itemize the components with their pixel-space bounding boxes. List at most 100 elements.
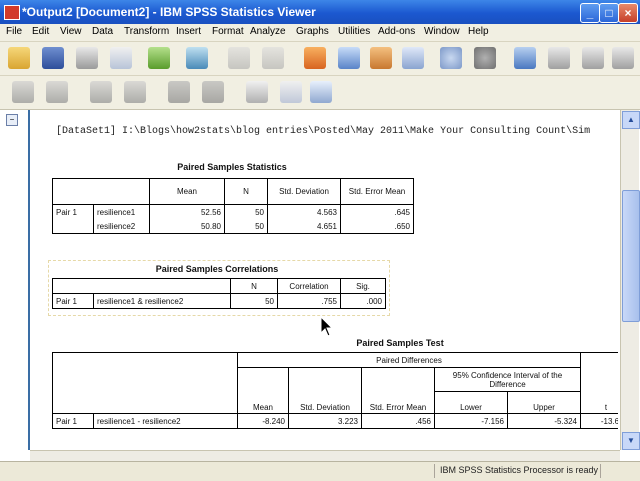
print-preview-icon[interactable] [110,47,132,69]
cell: -8.240 [237,413,289,429]
status-divider [434,464,435,478]
status-message: IBM SPSS Statistics Processor is ready [440,465,599,475]
menu-graphs[interactable]: Graphs [296,26,329,37]
paired-corr-title: Paired Samples Correlations [155,264,279,274]
col-header: Sig. [340,278,386,294]
data-editor-icon[interactable] [402,47,424,69]
scroll-thumb[interactable] [622,190,640,322]
open-folder-icon[interactable] [8,47,30,69]
use-variable-sets-icon[interactable] [582,47,604,69]
select-cases-icon[interactable] [514,47,536,69]
vertical-scrollbar[interactable]: ▲ ▼ [620,110,640,450]
menu-format[interactable]: Format [212,26,244,37]
stats-header-blank [52,178,150,205]
col-header: N [224,178,268,205]
group-header: Paired Differences [237,352,581,368]
menu-help[interactable]: Help [468,26,489,37]
test-header-blank [52,352,238,414]
col-header: N [230,278,278,294]
paired-corr-table[interactable]: N Correlation Sig. Pair 1 resilience1 & … [52,278,386,309]
mouse-cursor-icon [320,316,334,337]
cell: .000 [340,293,386,309]
cell: .650 [340,219,414,234]
horizontal-scrollbar[interactable] [30,450,620,461]
maximize-button[interactable]: □ [599,3,619,23]
close-button[interactable]: × [618,3,638,23]
value-labels-icon[interactable] [548,47,570,69]
window-title: *Output2 [Document2] - IBM SPSS Statisti… [22,5,316,19]
menu-window[interactable]: Window [424,26,460,37]
show-icon[interactable] [168,81,190,103]
row-label: resilience1 [93,204,150,219]
cell: 52.56 [149,204,225,219]
insert-text-icon[interactable] [310,81,332,103]
row-label: resilience2 [93,219,150,234]
cell: 4.651 [267,219,341,234]
dataset-path-line: [DataSet1] I:\Blogs\how2stats\blog entri… [56,126,591,137]
ci-header: 95% Confidence Interval of the Differenc… [434,367,581,392]
menu-edit[interactable]: Edit [32,26,49,37]
menu-file[interactable]: File [6,26,22,37]
menu-transform[interactable]: Transform [124,26,169,37]
menu-utilities[interactable]: Utilities [338,26,370,37]
row-label [52,219,94,234]
minimize-button[interactable]: _ [580,3,600,23]
menu-view[interactable]: View [60,26,82,37]
col-header: Upper [507,391,581,414]
print-icon[interactable] [76,47,98,69]
menu-add-ons[interactable]: Add-ons [378,26,415,37]
spss-app-icon[interactable] [4,5,20,20]
scroll-down-icon[interactable]: ▼ [622,432,640,450]
cell: 50.80 [149,219,225,234]
cell: 50 [230,293,278,309]
collapse-minus-icon[interactable] [124,81,146,103]
demote-arrow-icon[interactable] [46,81,68,103]
col-header: Lower [434,391,508,414]
menu-bar: File Edit View Data Transform Insert For… [0,24,640,42]
cell: .456 [361,413,435,429]
col-header: Std. Error Mean [361,367,435,414]
hide-icon[interactable] [202,81,224,103]
col-header: Mean [237,367,289,414]
paired-test-title: Paired Samples Test [356,338,444,348]
weight-cases-icon[interactable] [474,47,496,69]
menu-analyze[interactable]: Analyze [250,26,286,37]
viewer-toolbar [0,76,640,110]
paired-stats-table[interactable]: Mean N Std. Deviation Std. Error Mean Pa… [52,178,414,234]
col-header: Std. Deviation [288,367,362,414]
save-icon[interactable] [42,47,64,69]
promote-arrow-icon[interactable] [12,81,34,103]
paired-test-table[interactable]: Paired Differences t Mean Std. Deviation… [52,352,618,429]
split-file-icon[interactable] [440,47,462,69]
variables-icon[interactable] [338,47,360,69]
export-icon[interactable] [148,47,170,69]
status-divider [600,464,601,478]
recall-dialog-icon[interactable] [186,47,208,69]
insert-title-icon[interactable] [280,81,302,103]
corr-header-blank [52,278,231,294]
expand-plus-icon[interactable] [90,81,112,103]
row-label: Pair 1 [52,413,94,429]
status-bar: IBM SPSS Statistics Processor is ready [0,461,640,481]
row-label: Pair 1 [52,293,94,309]
goto-case-icon[interactable] [304,47,326,69]
col-header: Std. Deviation [267,178,341,205]
find-icon[interactable] [370,47,392,69]
menu-insert[interactable]: Insert [176,26,201,37]
menu-data[interactable]: Data [92,26,113,37]
show-all-variables-icon[interactable] [612,47,634,69]
redo-icon[interactable] [262,47,284,69]
paired-stats-title: Paired Samples Statistics [177,162,287,172]
cell: .645 [340,204,414,219]
cell: 50 [224,219,268,234]
outline-node-icon[interactable]: − [6,114,18,126]
col-header: t [580,352,618,414]
outline-pane[interactable]: − [0,110,30,450]
scroll-up-icon[interactable]: ▲ [622,111,640,129]
undo-icon[interactable] [228,47,250,69]
cell: .755 [277,293,341,309]
output-content-pane[interactable]: [DataSet1] I:\Blogs\how2stats\blog entri… [30,110,618,450]
main-toolbar [0,42,640,76]
insert-heading-icon[interactable] [246,81,268,103]
title-bar: *Output2 [Document2] - IBM SPSS Statisti… [0,0,640,24]
